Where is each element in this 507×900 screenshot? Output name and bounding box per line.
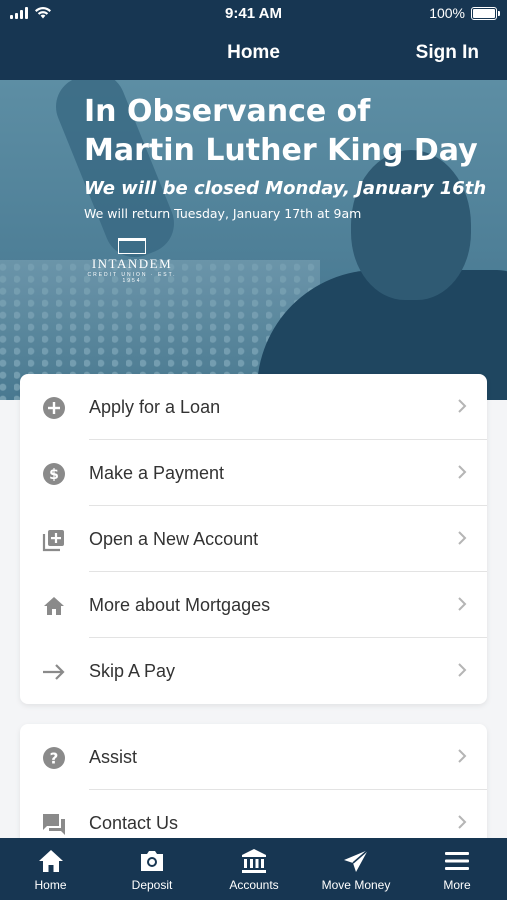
tab-label: Home <box>34 878 67 892</box>
battery-percent: 100% <box>429 5 465 21</box>
add-box-icon <box>42 530 64 552</box>
support-label: Assist <box>89 747 138 767</box>
sign-in-button[interactable]: Sign In <box>416 42 479 64</box>
svg-text:$: $ <box>49 467 59 483</box>
chevron-right-icon <box>458 531 467 545</box>
action-label: Open a New Account <box>89 529 259 549</box>
tab-accounts[interactable]: Accounts <box>203 838 305 900</box>
logo-mark-icon <box>118 238 146 254</box>
tab-label: Deposit <box>131 878 173 892</box>
question-circle-icon: ? <box>43 747 65 769</box>
action-skip-pay[interactable]: Skip A Pay <box>20 638 487 704</box>
bank-icon <box>242 849 266 873</box>
home-icon <box>44 597 64 615</box>
logo-subtitle: CREDIT UNION · EST. 1954 <box>87 272 177 284</box>
logo-name: INTANDEM <box>91 256 173 271</box>
tab-label: Accounts <box>229 878 279 892</box>
support-assist[interactable]: ? Assist <box>20 724 487 790</box>
chevron-right-icon <box>458 597 467 611</box>
battery-icon <box>471 6 500 20</box>
tab-label: Move Money <box>321 878 391 892</box>
arrow-right-icon <box>43 664 65 680</box>
home-icon <box>38 850 63 872</box>
bottom-tab-bar: Home Deposit Accounts Move Money More <box>0 838 507 900</box>
action-apply-loan[interactable]: Apply for a Loan <box>20 374 487 440</box>
banner-headline-line2: Martin Luther King Day <box>84 133 478 168</box>
banner-closed-text: We will be closed Monday, January 16th <box>84 178 487 199</box>
status-bar: 9:41 AM 100% <box>0 0 507 28</box>
actions-card: Apply for a Loan $ Make a Payment Open a… <box>20 374 487 704</box>
tab-move-money[interactable]: Move Money <box>305 838 407 900</box>
status-right: 100% <box>429 5 500 21</box>
mlk-day-banner[interactable]: In Observance of Martin Luther King Day … <box>0 80 507 400</box>
dollar-circle-icon: $ <box>43 463 65 485</box>
navigation-bar: Home Sign In <box>0 28 507 80</box>
plus-circle-icon <box>43 397 65 419</box>
send-icon <box>344 849 369 872</box>
chevron-right-icon <box>458 663 467 677</box>
support-label: Contact Us <box>89 813 179 833</box>
action-mortgages[interactable]: More about Mortgages <box>20 572 487 638</box>
action-label: Make a Payment <box>89 463 225 483</box>
action-open-account[interactable]: Open a New Account <box>20 506 487 572</box>
figure-head-photo <box>351 150 471 300</box>
chevron-right-icon <box>458 399 467 413</box>
chevron-right-icon <box>458 815 467 829</box>
chevron-right-icon <box>458 749 467 763</box>
banner-headline-line1: In Observance of <box>84 94 371 129</box>
banner-headline: In Observance of Martin Luther King Day <box>84 92 478 170</box>
svg-text:?: ? <box>50 750 59 768</box>
tab-deposit[interactable]: Deposit <box>101 838 203 900</box>
action-label: Skip A Pay <box>89 661 176 681</box>
camera-icon <box>141 851 163 871</box>
action-label: Apply for a Loan <box>89 397 221 417</box>
action-label: More about Mortgages <box>89 595 271 615</box>
chat-icon <box>43 814 65 835</box>
tab-more[interactable]: More <box>407 838 507 900</box>
action-make-payment[interactable]: $ Make a Payment <box>20 440 487 506</box>
banner-return-text: We will return Tuesday, January 17th at … <box>84 206 362 221</box>
intandem-logo: INTANDEM CREDIT UNION · EST. 1954 <box>84 238 180 284</box>
tab-home[interactable]: Home <box>0 838 101 900</box>
chevron-right-icon <box>458 465 467 479</box>
tab-label: More <box>443 878 471 892</box>
menu-icon <box>445 852 469 870</box>
